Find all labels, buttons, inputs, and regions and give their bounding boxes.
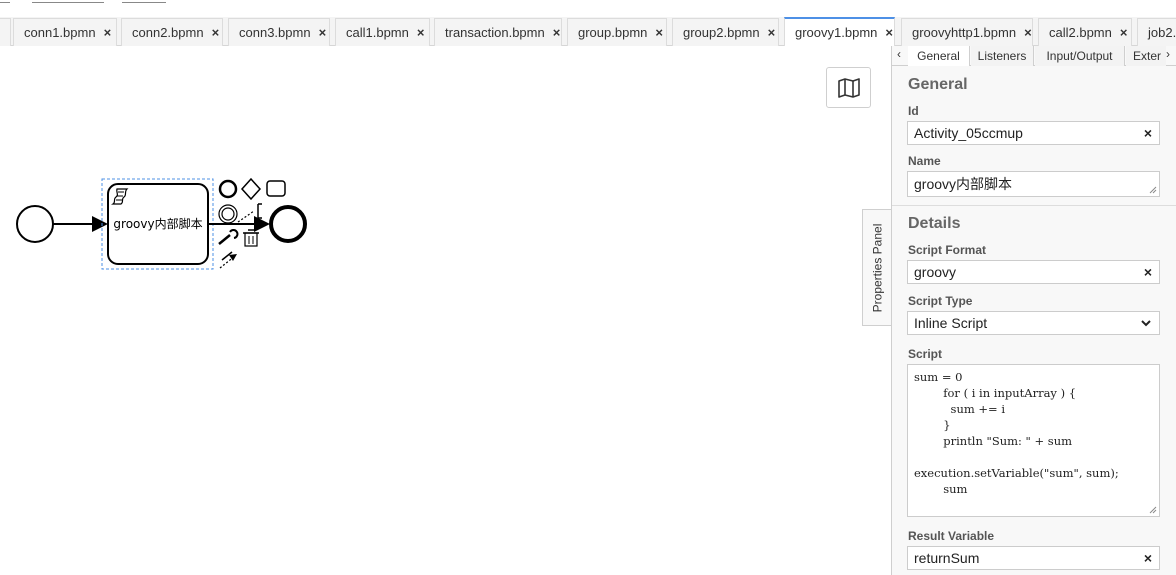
close-icon[interactable]: × [104,25,112,40]
close-icon[interactable]: × [655,25,663,40]
association-icon[interactable] [237,210,255,223]
close-icon[interactable]: × [553,25,561,40]
end-event[interactable] [269,205,307,243]
group-title-details: Details [908,215,961,232]
text-annotation-icon[interactable] [257,203,262,219]
close-icon[interactable]: × [1120,25,1128,40]
tab-groovy1[interactable]: groovy1.bpmn × [784,17,895,46]
clear-icon[interactable]: × [1144,125,1152,141]
diagram-canvas[interactable]: groovy内部脚本 Properties Panel [0,46,892,575]
chevron-down-icon [1141,320,1151,327]
tab-label: conn2.bpmn [132,25,204,40]
connect-icon[interactable] [219,251,237,269]
tab-conn1[interactable]: conn1.bpmn × [13,18,117,46]
result-variable-label: Result Variable [908,529,995,543]
result-variable-field[interactable]: returnSum × [907,546,1160,570]
toolbar-fragment [32,0,104,3]
script-type-label: Script Type [908,294,973,308]
properties-tabs: ‹ General Listeners Input/Output Exter › [892,46,1176,66]
minimap-toggle[interactable] [826,67,871,108]
chevron-right-icon[interactable]: › [1166,47,1170,61]
script-value: sum = 0 for ( i in inputArray ) { sum +=… [914,370,1119,496]
tab-extensions-label: Exter [1133,49,1162,63]
result-variable-value: returnSum [914,550,980,566]
toolbar-fragment [122,0,166,3]
group-title-general: General [908,76,968,93]
tab-label: call2.bpmn [1049,25,1112,40]
file-tab-bar: conn1.bpmn × conn2.bpmn × conn3.bpmn × c… [0,17,1176,46]
properties-panel-toggle-label: Properties Panel [870,223,885,312]
append-task-icon[interactable] [266,180,286,197]
resize-handle-icon[interactable] [1149,186,1157,194]
tab-conn2[interactable]: conn2.bpmn × [121,18,223,46]
tab-label: job2.b [1148,25,1176,40]
clear-icon[interactable]: × [1144,550,1152,566]
tab-label: groovy1.bpmn [795,25,878,40]
tab-groovyhttp1[interactable]: groovyhttp1.bpmn × [901,18,1033,46]
id-field[interactable]: Activity_05ccmup × [907,121,1160,145]
group-divider [892,205,1176,206]
tab-label: groovyhttp1.bpmn [912,25,1017,40]
tab-general-label: General [917,49,960,63]
name-label: Name [908,154,941,168]
id-label: Id [908,104,919,118]
tab-group[interactable]: group.bpmn × [567,18,667,46]
script-format-field[interactable]: groovy × [907,260,1160,284]
trash-icon[interactable] [243,229,259,247]
close-icon[interactable]: × [1024,25,1032,40]
tab-label: conn1.bpmn [24,25,96,40]
id-value: Activity_05ccmup [914,125,1023,141]
close-icon[interactable]: × [212,25,220,40]
script-label: Script [908,347,943,361]
properties-panel: ‹ General Listeners Input/Output Exter ›… [891,46,1176,575]
close-icon[interactable]: × [319,25,327,40]
tab-partial[interactable] [0,18,11,46]
script-type-value: Inline Script [914,315,988,331]
resize-handle-icon[interactable] [1149,506,1157,514]
tab-transaction[interactable]: transaction.bpmn × [434,18,562,46]
script-type-select[interactable]: Inline Script [907,311,1160,335]
script-textarea[interactable]: sum = 0 for ( i in inputArray ) { sum +=… [907,364,1160,517]
tab-label: call1.bpmn [346,25,409,40]
append-gateway-icon[interactable] [240,177,262,201]
close-icon[interactable]: × [417,25,425,40]
map-icon [837,77,860,98]
tab-input-output[interactable]: Input/Output [1035,46,1125,66]
tab-listeners-label: Listeners [977,49,1027,63]
close-icon[interactable]: × [768,25,776,40]
properties-panel-toggle[interactable]: Properties Panel [862,209,892,326]
toolbar-fragment [0,0,10,3]
tab-label: group.bpmn [578,25,648,40]
name-value: groovy内部脚本 [914,176,1013,192]
wrench-icon[interactable] [218,229,239,245]
close-icon[interactable]: × [885,25,893,40]
tab-label: conn3.bpmn [239,25,311,40]
clear-icon[interactable]: × [1144,264,1152,280]
script-format-value: groovy [914,264,957,280]
append-end-event-icon[interactable] [218,179,238,199]
task-label: groovy内部脚本 [113,216,202,231]
tab-label: group2.bpmn [683,25,760,40]
tab-label: transaction.bpmn [445,25,545,40]
script-format-label: Script Format [908,243,987,257]
tab-call1[interactable]: call1.bpmn × [335,18,430,46]
tab-call2[interactable]: call2.bpmn × [1038,18,1132,46]
tab-listeners[interactable]: Listeners [971,46,1034,66]
tab-job2[interactable]: job2.b [1137,18,1176,46]
tab-group2[interactable]: group2.bpmn × [672,18,779,46]
name-field[interactable]: groovy内部脚本 [907,171,1160,197]
bpmn-diagram[interactable]: groovy内部脚本 [0,46,891,575]
tab-input-output-label: Input/Output [1046,49,1113,63]
chevron-left-icon[interactable]: ‹ [897,47,901,61]
start-event[interactable] [16,205,54,243]
top-toolbar-strip [0,0,1176,8]
tab-conn3[interactable]: conn3.bpmn × [228,18,330,46]
tab-extensions[interactable]: Exter [1126,46,1166,66]
tab-general[interactable]: General [908,46,970,66]
